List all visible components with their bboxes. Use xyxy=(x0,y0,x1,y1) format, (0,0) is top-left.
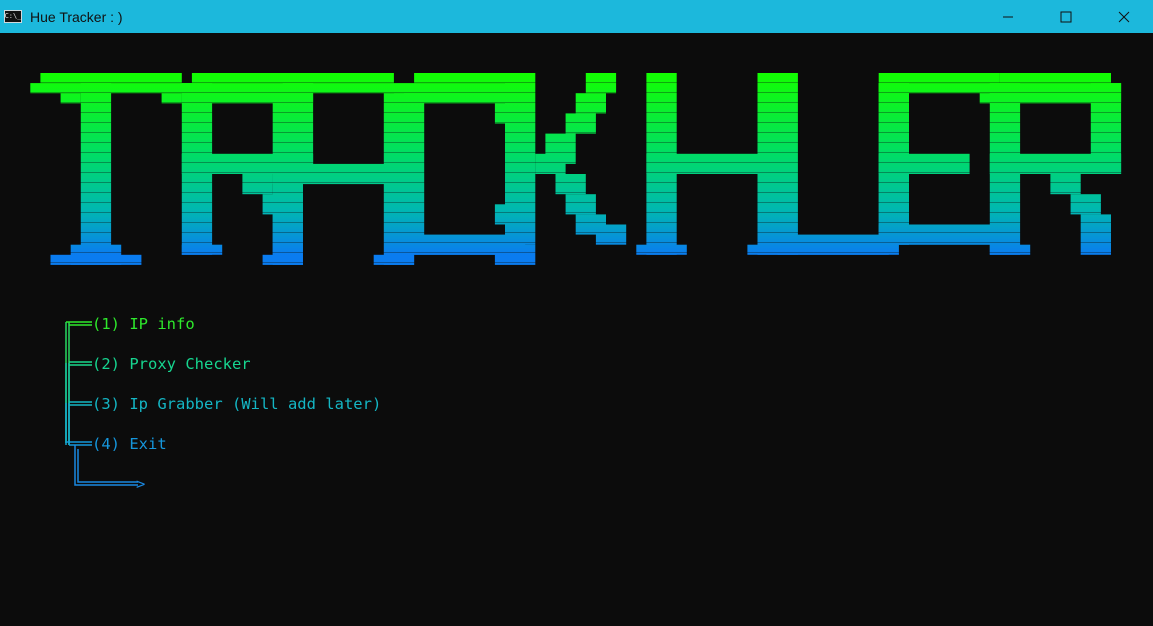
console-app-icon: C:\_ xyxy=(4,10,22,23)
close-button[interactable] xyxy=(1095,0,1153,33)
console-area[interactable]: (1) IP info (2) Proxy Checker (3) Ip Gra… xyxy=(0,33,1153,626)
menu-item-ip-grabber[interactable]: (3) Ip Grabber (Will add later) xyxy=(92,394,381,414)
menu-item-label: (3) Ip Grabber (Will add later) xyxy=(92,395,382,413)
title-bar[interactable]: C:\_ Hue Tracker : ) xyxy=(0,0,1153,33)
menu-item-label: (1) IP info xyxy=(92,315,195,333)
maximize-icon xyxy=(1060,11,1072,22)
minimize-button[interactable] xyxy=(979,0,1037,33)
maximize-button[interactable] xyxy=(1037,0,1095,33)
app-icon-label: C:\_ xyxy=(4,12,22,20)
main-menu: (1) IP info (2) Proxy Checker (3) Ip Gra… xyxy=(0,33,1153,626)
window-title: Hue Tracker : ) xyxy=(30,8,123,25)
menu-item-exit[interactable]: (4) Exit xyxy=(92,434,167,454)
minimize-icon xyxy=(1003,16,1013,17)
prompt-arrow: > xyxy=(136,475,146,493)
console-window: C:\_ Hue Tracker : ) (1) IP info (2) Pro… xyxy=(0,0,1153,626)
menu-item-label: (2) Proxy Checker xyxy=(92,355,251,373)
window-controls xyxy=(979,0,1153,33)
menu-item-proxy-checker[interactable]: (2) Proxy Checker xyxy=(92,354,251,374)
menu-item-ip-info[interactable]: (1) IP info xyxy=(92,314,195,334)
close-icon xyxy=(1118,11,1130,22)
input-prompt[interactable]: > xyxy=(136,474,145,494)
menu-item-label: (4) Exit xyxy=(92,435,167,453)
